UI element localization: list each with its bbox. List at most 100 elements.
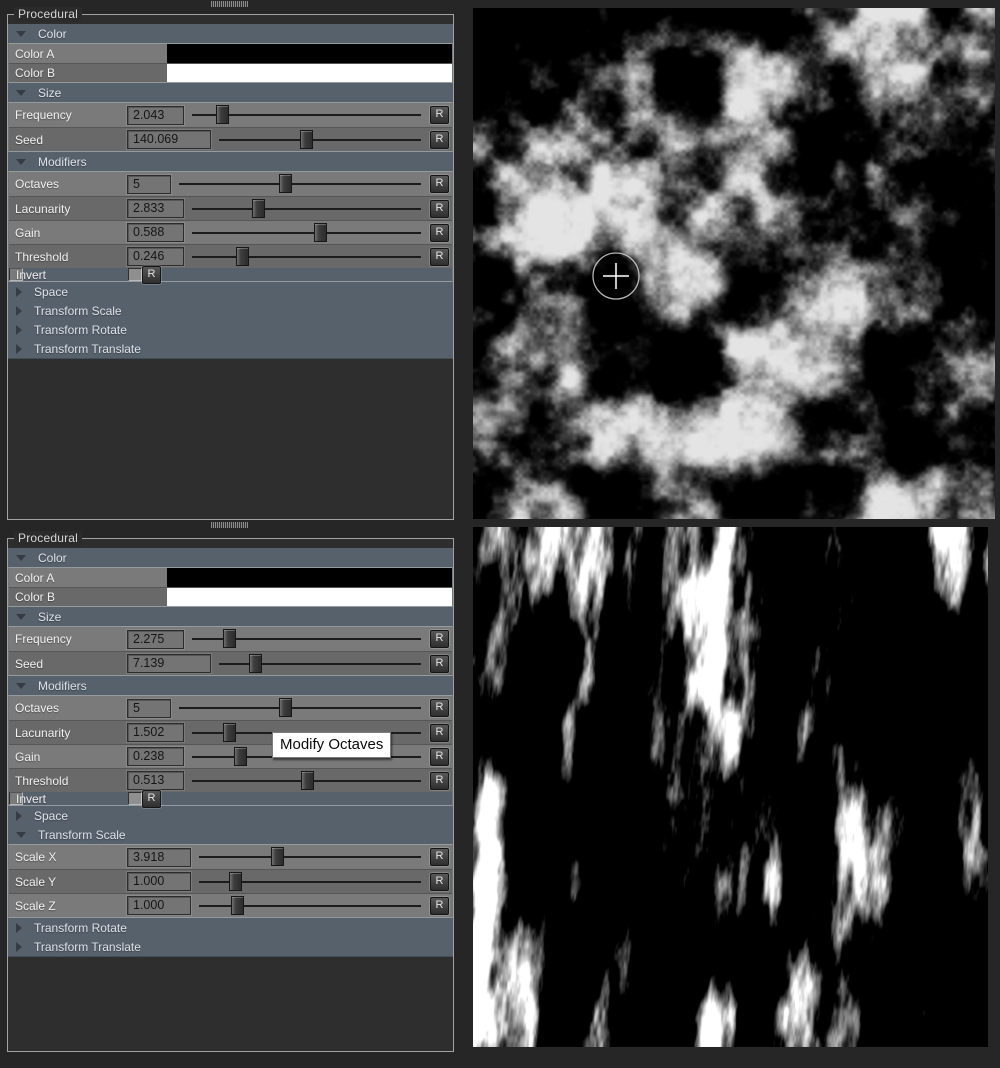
slider[interactable] [192,627,421,651]
value-input[interactable]: 140.069 [127,130,211,149]
param-label: Gain [9,226,127,240]
reset-button[interactable]: R [430,897,449,915]
value-input[interactable]: 1.000 [127,872,191,891]
slider[interactable] [179,696,421,720]
slider-track[interactable] [179,707,421,709]
slider-handle[interactable] [223,629,236,648]
slider[interactable] [192,103,421,127]
row-group: Frequency2.043RSeed140.069R [8,102,453,152]
value-input[interactable]: 1.502 [127,723,184,742]
section-header-color[interactable]: Color [8,24,453,43]
slider-handle[interactable] [271,847,284,866]
section-header-transform-rotate[interactable]: Transform Rotate [8,320,453,339]
section-header-transform-translate[interactable]: Transform Translate [8,937,453,956]
section-header-transform-translate[interactable]: Transform Translate [8,339,453,358]
reset-button[interactable]: R [430,224,449,242]
param-row: Scale Z1.000R [9,893,452,917]
noise-preview-bottom[interactable] [473,527,988,1047]
reset-button[interactable]: R [430,630,449,648]
noise-preview-top[interactable] [473,8,995,519]
slider-handle[interactable] [236,247,249,266]
reset-button[interactable]: R [430,655,449,673]
value-input[interactable]: 0.238 [127,747,184,766]
slider-track[interactable] [192,232,421,234]
slider-track[interactable] [192,208,421,210]
slider[interactable] [199,845,421,869]
reset-button[interactable]: R [430,873,449,891]
reset-button[interactable]: R [142,790,161,808]
section-header-space[interactable]: Space [8,282,453,301]
value-input[interactable]: 0.246 [127,247,184,266]
value-input[interactable]: 2.275 [127,630,184,649]
reset-button[interactable]: R [430,131,449,149]
slider-handle[interactable] [231,896,244,915]
splitter-grip[interactable] [211,1,248,7]
value-input[interactable]: 5 [127,699,171,718]
section-header-transform-scale[interactable]: Transform Scale [8,825,453,844]
slider[interactable] [192,769,421,792]
value-input[interactable]: 0.513 [127,771,184,790]
value-input[interactable]: 1.000 [127,896,191,915]
value-input[interactable]: 7.139 [127,654,211,673]
section-header-size[interactable]: Size [8,83,453,102]
value-input[interactable]: 2.043 [127,106,184,125]
reset-button[interactable]: R [430,175,449,193]
slider-handle[interactable] [314,223,327,242]
section-header-modifiers[interactable]: Modifiers [8,676,453,695]
slider[interactable] [192,221,421,244]
slider[interactable] [219,652,421,675]
section-header-space[interactable]: Space [8,806,453,825]
reset-button[interactable]: R [430,848,449,866]
slider[interactable] [199,870,421,893]
value-input[interactable]: 5 [127,175,171,194]
value-input[interactable]: 3.918 [127,848,191,867]
color-swatch[interactable] [167,568,452,587]
invert-checkbox[interactable] [128,792,142,805]
slider[interactable] [192,245,421,268]
section-header-transform-scale[interactable]: Transform Scale [8,301,453,320]
reset-button[interactable]: R [430,724,449,742]
slider[interactable] [219,128,421,151]
chevron-down-icon [16,832,26,838]
slider-handle[interactable] [216,105,229,124]
slider-handle[interactable] [229,872,242,891]
section-header-transform-rotate[interactable]: Transform Rotate [8,918,453,937]
value-input[interactable]: 2.833 [127,199,184,218]
reset-button[interactable]: R [430,772,449,790]
chevron-down-icon [16,159,26,165]
slider-track[interactable] [179,183,421,185]
slider-handle[interactable] [252,199,265,218]
color-swatch[interactable] [167,588,452,606]
slider[interactable] [192,197,421,220]
slider-handle[interactable] [223,723,236,742]
reset-button[interactable]: R [430,106,449,124]
slider-handle[interactable] [249,654,262,673]
color-swatch[interactable] [167,44,452,63]
slider-handle[interactable] [300,130,313,149]
section-label: Modifiers [38,155,87,169]
slider-handle[interactable] [279,698,292,717]
slider-track[interactable] [219,139,421,141]
reset-button[interactable]: R [430,248,449,266]
slider-handle[interactable] [279,174,292,193]
slider[interactable] [179,172,421,196]
value-input[interactable]: 0.588 [127,223,184,242]
splitter-grip[interactable] [211,522,248,528]
section-header-modifiers[interactable]: Modifiers [8,152,453,171]
slider-track[interactable] [192,256,421,258]
slider[interactable] [199,894,421,917]
chevron-right-icon [16,942,22,952]
slider-handle[interactable] [234,747,247,766]
slider-handle[interactable] [301,771,314,790]
reset-button[interactable]: R [430,200,449,218]
color-swatch[interactable] [167,64,452,82]
section-header-size[interactable]: Size [8,607,453,626]
section-header-color[interactable]: Color [8,548,453,567]
invert-checkbox[interactable] [128,268,142,281]
reset-button[interactable]: R [142,266,161,284]
chevron-down-icon [16,555,26,561]
reset-button[interactable]: R [430,699,449,717]
slider-track[interactable] [199,856,421,858]
param-label: Color B [9,66,167,80]
reset-button[interactable]: R [430,748,449,766]
